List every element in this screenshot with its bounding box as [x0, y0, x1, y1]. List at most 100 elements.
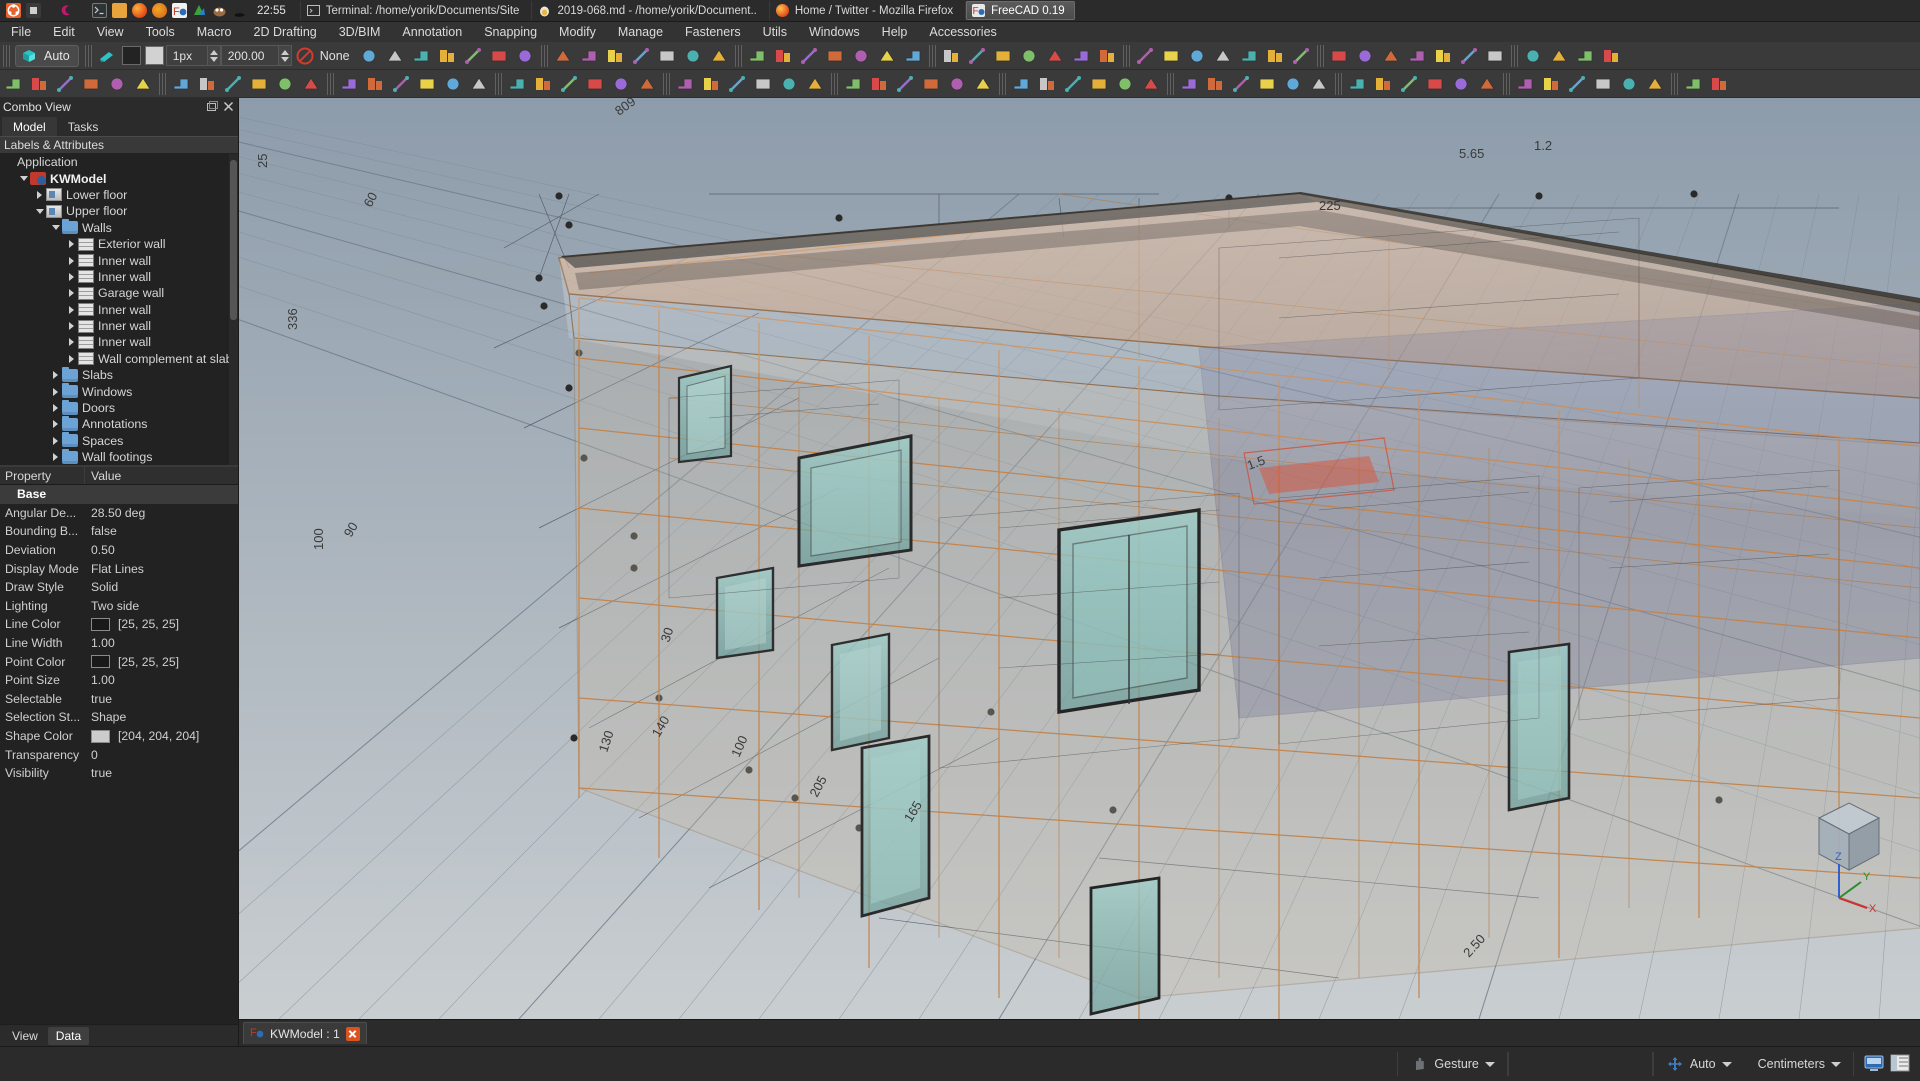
toolbar-command-icon[interactable]: [505, 72, 529, 96]
menu-edit[interactable]: Edit: [42, 22, 86, 42]
tree-item[interactable]: KWModel: [0, 170, 238, 186]
chevron-down-icon[interactable]: [50, 220, 61, 236]
toolbar-grip[interactable]: [3, 45, 10, 67]
property-value-cell[interactable]: 1.00: [85, 673, 238, 687]
workbench-selector[interactable]: Auto: [15, 45, 79, 67]
property-row[interactable]: Point Color[25, 25, 25]: [0, 652, 238, 671]
toolbar-command-icon[interactable]: [1009, 72, 1033, 96]
toolbar-command-icon[interactable]: [797, 44, 821, 68]
toolbar-command-icon[interactable]: [1707, 72, 1731, 96]
toolbar-command-icon[interactable]: [629, 44, 653, 68]
tree-item[interactable]: Inner wall: [0, 334, 238, 350]
toolbar-command-icon[interactable]: [971, 72, 995, 96]
toolbar-command-icon[interactable]: [79, 72, 103, 96]
tree-item[interactable]: Wall footings: [0, 449, 238, 465]
toolbar-command-icon[interactable]: [991, 44, 1015, 68]
gimp-icon[interactable]: [212, 3, 227, 18]
terminal-icon[interactable]: [92, 3, 107, 18]
toolbar-command-icon[interactable]: [1307, 72, 1331, 96]
toolbar-command-icon[interactable]: [1371, 72, 1395, 96]
navigation-style-selector[interactable]: Gesture: [1397, 1052, 1507, 1076]
toolbar-command-icon[interactable]: [1617, 72, 1641, 96]
property-row[interactable]: Draw StyleSolid: [0, 578, 238, 597]
tree-item[interactable]: Walls: [0, 220, 238, 236]
chevron-down-icon[interactable]: [1722, 1062, 1732, 1067]
line-width-stepper[interactable]: [208, 45, 221, 66]
blender-icon[interactable]: [152, 3, 167, 18]
toolbar-command-icon[interactable]: [771, 44, 795, 68]
property-row[interactable]: Display ModeFlat Lines: [0, 559, 238, 578]
toolbar-grip[interactable]: [1503, 73, 1510, 95]
toolbar-command-icon[interactable]: [1237, 44, 1261, 68]
menu-windows[interactable]: Windows: [798, 22, 871, 42]
toolbar-command-icon[interactable]: [1681, 72, 1705, 96]
toolbar-command-icon[interactable]: [1159, 44, 1183, 68]
taskbar-window-terminal[interactable]: Terminal: /home/yorik/Documents/Site: [300, 1, 530, 20]
fullscreen-icon[interactable]: [1864, 1054, 1884, 1075]
toolbar-command-icon[interactable]: [1139, 72, 1163, 96]
document-tab-kwmodel[interactable]: F KWModel : 1: [243, 1022, 367, 1044]
line-width-field[interactable]: 1px: [166, 45, 208, 66]
property-row[interactable]: Selection St...Shape: [0, 708, 238, 727]
toolbar-command-icon[interactable]: [577, 44, 601, 68]
color-swatch[interactable]: [91, 618, 110, 631]
toolbar-command-icon[interactable]: [1035, 72, 1059, 96]
toolbar-command-icon[interactable]: [221, 72, 245, 96]
property-row[interactable]: LightingTwo side: [0, 597, 238, 616]
toolbar-command-icon[interactable]: [195, 72, 219, 96]
menu-tools[interactable]: Tools: [135, 22, 186, 42]
toolbar-command-icon[interactable]: [1573, 44, 1597, 68]
toolbar-grip[interactable]: [1335, 73, 1342, 95]
menu-file[interactable]: File: [0, 22, 42, 42]
toolbar-command-icon[interactable]: [1229, 72, 1253, 96]
tree-item[interactable]: Upper floor: [0, 203, 238, 219]
close-icon[interactable]: [222, 100, 235, 113]
property-row[interactable]: Line Width1.00: [0, 634, 238, 653]
toolbar-grip[interactable]: [541, 45, 548, 67]
menu-help[interactable]: Help: [871, 22, 919, 42]
property-editor[interactable]: Property Value BaseAngular De...28.50 de…: [0, 465, 238, 1024]
chevron-right-icon[interactable]: [66, 334, 77, 350]
3d-viewport[interactable]: 809256012633612090100140130301002051651.…: [239, 98, 1920, 1019]
toolbar-command-icon[interactable]: [1643, 72, 1667, 96]
toolbar-command-icon[interactable]: [1043, 44, 1067, 68]
toolbar-command-icon[interactable]: [363, 72, 387, 96]
toolbar-command-icon[interactable]: [1255, 72, 1279, 96]
toolbar-grip[interactable]: [495, 73, 502, 95]
toolbar-command-icon[interactable]: [1177, 72, 1201, 96]
property-row[interactable]: Line Color[25, 25, 25]: [0, 615, 238, 634]
chevron-right-icon[interactable]: [50, 400, 61, 416]
toolbar-command-icon[interactable]: [803, 72, 827, 96]
toolbar-command-icon[interactable]: [945, 72, 969, 96]
toolbar-command-icon[interactable]: [1211, 44, 1235, 68]
toolbar-command-icon[interactable]: [1113, 72, 1137, 96]
chevron-right-icon[interactable]: [50, 384, 61, 400]
line-color-swatch[interactable]: [122, 46, 141, 65]
chevron-right-icon[interactable]: [66, 253, 77, 269]
menu-utils[interactable]: Utils: [752, 22, 798, 42]
toolbar-command-icon[interactable]: [1547, 44, 1571, 68]
close-icon[interactable]: [346, 1027, 360, 1041]
toolbar-command-icon[interactable]: [441, 72, 465, 96]
tree-item[interactable]: Inner wall: [0, 269, 238, 285]
toolbar-command-icon[interactable]: [725, 72, 749, 96]
tree-item[interactable]: Wall complement at slab: [0, 351, 238, 367]
freecad-launcher-icon[interactable]: F: [172, 3, 187, 18]
firefox-icon[interactable]: [132, 3, 147, 18]
property-value-cell[interactable]: [204, 204, 204]: [85, 729, 238, 743]
toolbar-command-icon[interactable]: [1345, 72, 1369, 96]
menu-3d-bim[interactable]: 3D/BIM: [328, 22, 392, 42]
taskbar-window-firefox[interactable]: Home / Twitter - Mozilla Firefox: [769, 1, 963, 20]
toolbar-command-icon[interactable]: [531, 72, 555, 96]
toolbar-command-icon[interactable]: [53, 72, 77, 96]
toolbar-command-icon[interactable]: [557, 72, 581, 96]
files-icon[interactable]: [112, 3, 127, 18]
toolbar-grip[interactable]: [1511, 45, 1518, 67]
menu-macro[interactable]: Macro: [186, 22, 243, 42]
toolbar-grip[interactable]: [1317, 45, 1324, 67]
toolbar-command-icon[interactable]: [1061, 72, 1085, 96]
toolbar-command-icon[interactable]: [1327, 44, 1351, 68]
chevron-down-icon[interactable]: [1485, 1062, 1495, 1067]
toolbar-command-icon[interactable]: [551, 44, 575, 68]
toolbar-command-icon[interactable]: [1281, 72, 1305, 96]
